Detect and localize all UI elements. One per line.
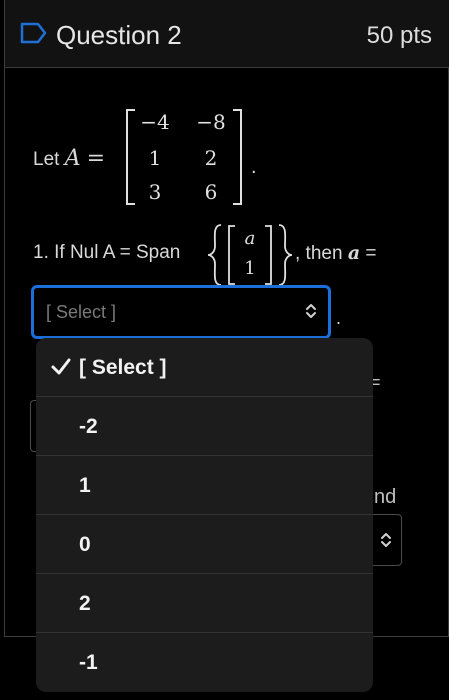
matrix-cell: −8 [196, 110, 226, 134]
span-vector: a 1 [207, 222, 293, 288]
select-placeholder: [ Select ] [46, 302, 117, 322]
dropdown-option[interactable]: -2 [36, 397, 373, 456]
matrix-cell: −4 [140, 110, 170, 134]
question-1-variable: a [347, 242, 361, 264]
matrix-cell: 6 [204, 180, 218, 204]
dropdown-option[interactable]: 0 [36, 515, 373, 574]
dropdown-option-label: 2 [79, 592, 91, 615]
chevron-up-down-icon [304, 302, 318, 325]
dropdown-option[interactable]: [ Select ] [36, 338, 373, 397]
checkmark-icon [50, 356, 72, 383]
let-label: Let [33, 149, 60, 170]
dropdown-option[interactable]: 2 [36, 574, 373, 633]
question-header: Question 2 50 pts [5, 0, 449, 68]
question-flag-icon[interactable] [20, 22, 48, 49]
dropdown-option-label: [ Select ] [79, 356, 167, 379]
sentence-period: . [251, 156, 257, 178]
matrix-cell: 2 [204, 146, 218, 170]
select-trailing-period: . [336, 308, 342, 328]
question-1: 1. If Nul A = Span a 1 , then a = [33, 222, 433, 288]
dropdown-option-label: 1 [79, 474, 91, 497]
equals-sign: = [86, 146, 106, 171]
vector-entry-a: a [244, 228, 256, 249]
question-title: Question 2 [56, 20, 182, 50]
answer-select-1[interactable]: [ Select ] [31, 285, 331, 339]
chevron-up-down-icon [379, 531, 393, 554]
question-1-tail: , then [295, 243, 343, 264]
matrix-cell: 1 [148, 146, 162, 170]
dropdown-option-label: -1 [79, 651, 98, 674]
dropdown-option[interactable]: -1 [36, 633, 373, 692]
matrix-cell: 3 [148, 180, 162, 204]
dropdown-option-label: -2 [79, 415, 98, 438]
question-points: 50 pts [366, 22, 432, 49]
vector-entry-1: 1 [244, 258, 256, 279]
matrix-a: −4 −8 1 2 3 6 [125, 108, 243, 206]
question-1-text: 1. If Nul A = Span [33, 242, 181, 263]
dropdown-option[interactable]: 1 [36, 456, 373, 515]
question-1-equals: = [365, 243, 377, 264]
select-dropdown-menu: [ Select ] -2 1 0 2 -1 [36, 338, 373, 692]
dropdown-option-label: 0 [79, 533, 91, 556]
matrix-name: A [64, 146, 81, 171]
background-fragment: nd [374, 486, 397, 508]
